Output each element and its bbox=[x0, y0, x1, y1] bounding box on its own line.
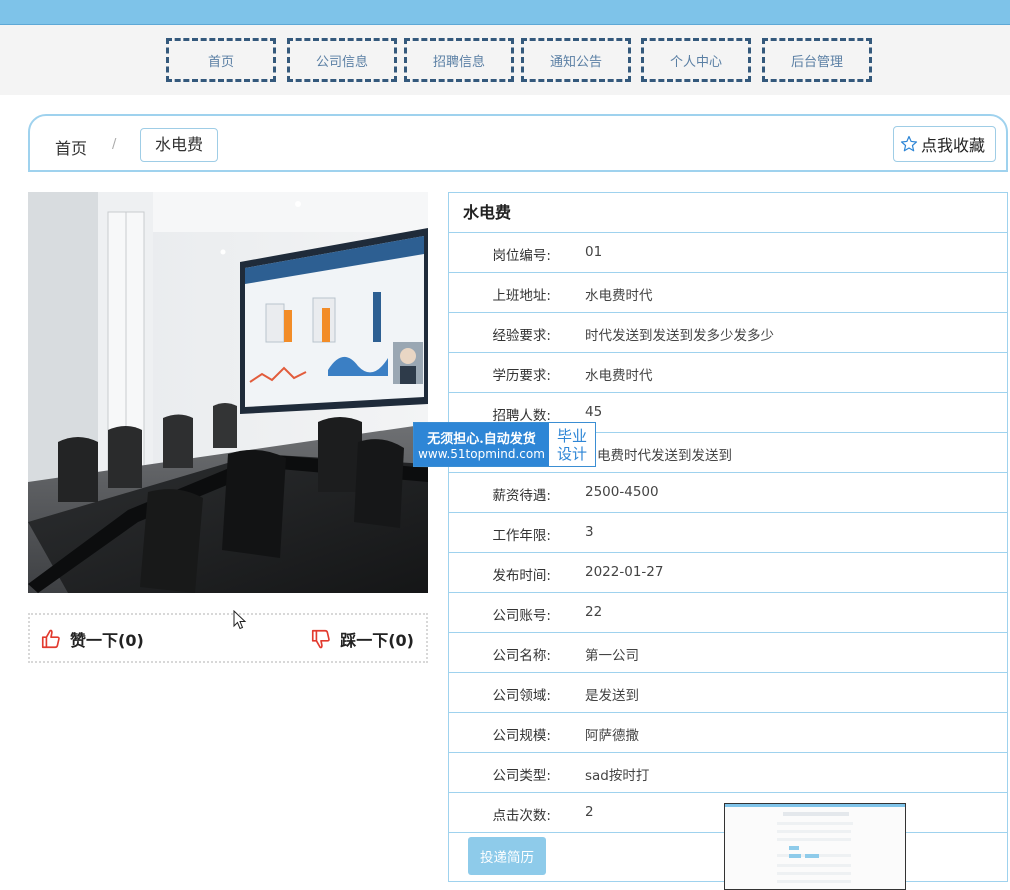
watermark-badge-2: 设计 bbox=[556, 444, 587, 463]
like-label: 赞一下(0) bbox=[70, 631, 144, 650]
job-photo bbox=[28, 192, 428, 593]
top-banner bbox=[0, 0, 1010, 25]
field-label: 工作年限: bbox=[492, 528, 551, 544]
job-detail-panel: 水电费 岗位编号: 01 上班地址: 水电费时代 经验要求: 时代发送到发送到发多少发… bbox=[448, 192, 1008, 882]
favorite-button[interactable]: 点我收藏 bbox=[892, 126, 996, 162]
breadcrumb: 首页 / 水电费 点我收藏 bbox=[28, 114, 1008, 172]
mouse-cursor-icon bbox=[233, 610, 247, 630]
apply-resume-button[interactable]: 投递简历 bbox=[468, 837, 546, 875]
watermark-badge-1: 毕业 bbox=[556, 426, 587, 445]
breadcrumb-separator: / bbox=[112, 137, 117, 152]
vote-bar: 赞一下(0) 踩一下(0) bbox=[28, 613, 428, 663]
field-value: 2 bbox=[585, 804, 594, 820]
field-label: 公司规模: bbox=[492, 728, 551, 744]
detail-row: 学历要求: 水电费时代 bbox=[449, 353, 1007, 393]
field-label: 公司账号: bbox=[492, 608, 551, 624]
favorite-label: 点我收藏 bbox=[920, 136, 985, 155]
field-value: 22 bbox=[585, 604, 603, 620]
field-value: 01 bbox=[585, 244, 603, 260]
detail-row: 上班地址: 水电费时代 bbox=[449, 273, 1007, 313]
page-thumbnail-preview bbox=[724, 803, 906, 890]
breadcrumb-current: 水电费 bbox=[140, 128, 219, 162]
nav-item-admin[interactable]: 后台管理 bbox=[762, 38, 872, 82]
thumbs-up-icon bbox=[41, 629, 60, 649]
dislike-button[interactable]: 踩一下(0) bbox=[310, 627, 414, 651]
watermark-banner: 无须担心.自动发货 www.51topmind.com 毕业 设计 bbox=[413, 422, 596, 467]
field-value: 水电费时代 bbox=[585, 368, 653, 384]
watermark-text: 无须担心.自动发货 www.51topmind.com bbox=[414, 423, 549, 466]
detail-row: 发布时间: 2022-01-27 bbox=[449, 553, 1007, 593]
field-label: 薪资待遇: bbox=[492, 488, 551, 504]
detail-row: 公司类型: sad按时打 bbox=[449, 753, 1007, 793]
main-nav: 首页 公司信息 招聘信息 通知公告 个人中心 后台管理 bbox=[0, 38, 1010, 82]
field-value: 是发送到 bbox=[585, 688, 639, 704]
detail-row: 薪资待遇: 2500-4500 bbox=[449, 473, 1007, 513]
watermark-line-2: www.51topmind.com bbox=[418, 447, 545, 461]
like-button[interactable]: 赞一下(0) bbox=[40, 627, 144, 651]
detail-row: 公司名称: 第一公司 bbox=[449, 633, 1007, 673]
detail-row: 经验要求: 时代发送到发送到发多少发多少 bbox=[449, 313, 1007, 353]
detail-row: 公司账号: 22 bbox=[449, 593, 1007, 633]
detail-row: 岗位编号: 01 bbox=[449, 233, 1007, 273]
nav-item-company-info[interactable]: 公司信息 bbox=[287, 38, 397, 82]
nav-item-announcements[interactable]: 通知公告 bbox=[521, 38, 631, 82]
thumbs-down-icon bbox=[312, 629, 330, 649]
field-value: 3 bbox=[585, 524, 594, 540]
field-value: 45 bbox=[585, 404, 603, 420]
field-label: 发布时间: bbox=[492, 568, 551, 584]
field-label: 招聘人数: bbox=[492, 408, 551, 424]
breadcrumb-home-link[interactable]: 首页 bbox=[55, 135, 87, 159]
field-label: 学历要求: bbox=[492, 368, 551, 384]
nav-item-personal-center[interactable]: 个人中心 bbox=[641, 38, 751, 82]
detail-row: 公司规模: 阿萨德撒 bbox=[449, 713, 1007, 753]
field-label: 公司类型: bbox=[492, 768, 551, 784]
field-value: 电费时代发送到发送到 bbox=[597, 448, 732, 464]
field-label: 经验要求: bbox=[492, 328, 551, 344]
field-value: 2022-01-27 bbox=[585, 564, 664, 580]
star-outline-icon bbox=[900, 135, 918, 152]
nav-item-home[interactable]: 首页 bbox=[166, 38, 276, 82]
field-value: 时代发送到发送到发多少发多少 bbox=[585, 328, 774, 344]
field-label: 点击次数: bbox=[492, 808, 551, 824]
field-value: 第一公司 bbox=[585, 648, 639, 664]
field-label: 公司领域: bbox=[492, 688, 551, 704]
field-label: 上班地址: bbox=[492, 288, 551, 304]
watermark-line-1: 无须担心.自动发货 bbox=[427, 432, 536, 447]
field-value: 阿萨德撒 bbox=[585, 728, 639, 744]
field-label: 公司名称: bbox=[492, 648, 551, 664]
main-nav-bar: 首页 公司信息 招聘信息 通知公告 个人中心 后台管理 bbox=[0, 25, 1010, 95]
job-title: 水电费 bbox=[449, 193, 1007, 233]
field-value: 2500-4500 bbox=[585, 484, 659, 500]
field-value: sad按时打 bbox=[585, 768, 650, 784]
watermark-badge: 毕业 设计 bbox=[549, 423, 595, 466]
nav-item-job-info[interactable]: 招聘信息 bbox=[404, 38, 514, 82]
detail-row: 工作年限: 3 bbox=[449, 513, 1007, 553]
detail-row: 公司领域: 是发送到 bbox=[449, 673, 1007, 713]
field-value: 水电费时代 bbox=[585, 288, 653, 304]
dislike-label: 踩一下(0) bbox=[340, 631, 414, 650]
field-label: 岗位编号: bbox=[492, 248, 551, 264]
